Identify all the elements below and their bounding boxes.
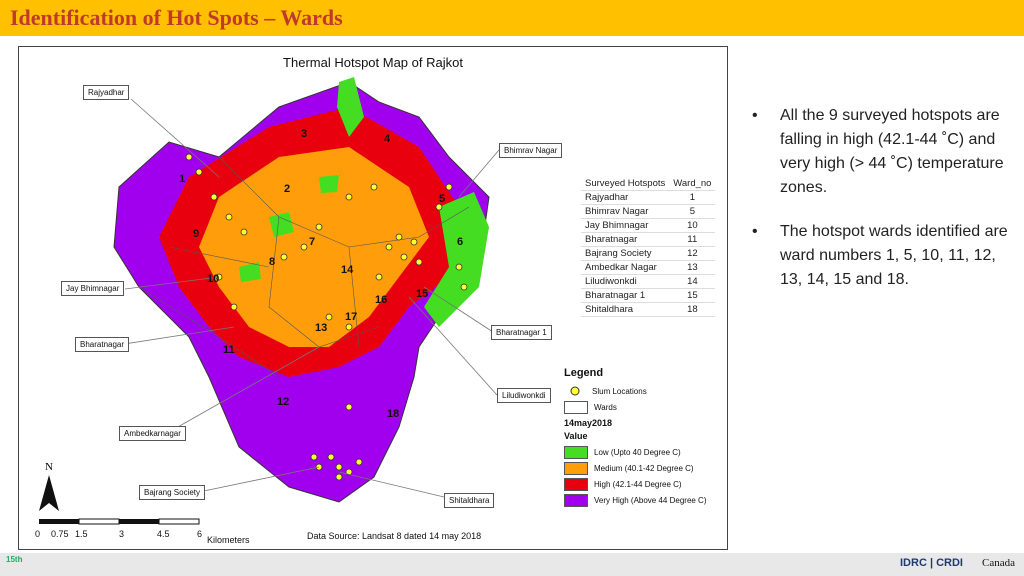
ward-number: 1 [179,173,185,185]
idrc-logo: IDRC | CRDI [900,557,963,569]
legend-class-row: High (42.1-44 Degree C) [564,476,724,492]
table-row: Bhimrav Nagar 5 [581,204,716,219]
ward-number: 3 [301,128,307,140]
ward-number: 17 [345,311,357,323]
ward-number: 8 [269,256,275,268]
data-source: Data Source: Landsat 8 dated 14 may 2018 [307,531,482,541]
callout-bajrang-society: Bajrang Society [139,485,206,500]
canada-wordmark: Canada [982,557,1015,569]
slum-dot-icon [570,386,580,396]
ward-number: 12 [277,396,289,408]
scale-bar: 0 0.75 1.5 3 4.5 6 Kilometers [33,517,283,545]
legend-slum-row: Slum Locations [564,383,724,399]
table-row: Ambedkar Nagar 13 [581,260,716,275]
table-row: Shitaldhara 18 [581,302,716,317]
ward-number: 4 [384,133,391,145]
ward-number: 15 [416,288,428,300]
callout-jay-bhimnagar: Jay Bhimnagar [61,281,125,296]
ward-number: 9 [193,228,199,240]
north-label: N [45,461,53,473]
callout-shitaldhara: Shitaldhara [444,493,495,508]
table-row: Bajrang Society 12 [581,246,716,261]
legend-class-row: Medium (40.1-42 Degree C) [564,460,724,476]
hotspot-table: Surveyed Hotspots Ward_no Rajyadhar 1 Bhi… [581,177,716,317]
table-row: Bharatnagar 11 [581,232,716,247]
thermal-map-figure: Thermal Hotspot Map of Rajkot 1 2 3 4 5 … [18,46,728,550]
legend-wards-row: Wards [564,399,724,415]
callout-bhimrav-nagar: Bhimrav Nagar [499,143,563,158]
ward-number: 16 [375,294,387,306]
table-row: Rajyadhar 1 [581,190,716,205]
wards-swatch [564,400,588,414]
callout-bharatnagar: Bharatnagar [75,337,130,352]
north-arrow: N [37,461,61,518]
legend-value: Value [564,431,588,441]
legend-title: Legend [564,367,604,379]
bullet-item: • All the 9 surveyed hotspots are falling… [752,107,1004,196]
header-bar: Identification of Hot Spots – Wards [0,0,1024,36]
ward-number: 14 [341,264,354,276]
slide-title: Identification of Hot Spots – Wards [10,5,343,30]
table-header: Surveyed Hotspots [581,177,670,191]
ward-number: 18 [387,408,399,420]
legend-class-row: Low (Upto 40 Degree C) [564,444,724,460]
callout-liludiwonkdi: Liludiwonkdi [497,388,551,403]
table-row: Bharatnagar 1 15 [581,288,716,303]
table-row: Jay Bhimnagar 10 [581,218,716,233]
north-arrow-icon [39,475,59,511]
table-header: Ward_no [669,177,716,191]
footer-bar: 15th IDRC | CRDI Canada [0,553,1024,576]
ward-number: 5 [439,193,445,205]
ward-number: 2 [284,183,290,195]
legend-date: 14may2018 [564,418,613,428]
table-row: Liludiwonkdi 14 [581,274,716,289]
callout-rajyadhar: Rajyadhar [83,85,130,100]
ward-number: 6 [457,236,463,248]
callout-bharatnagar-1: Bharatnagar 1 [491,325,552,340]
legend-class-row: Very High (Above 44 Degree C) [564,492,724,508]
scale-bar-graphic [39,518,200,525]
ward-number: 10 [207,273,219,285]
partner-logo: 15th [6,555,23,564]
map-legend: Legend Slum Locations Wards 14may2018 Va… [564,367,724,508]
callout-ambedkarnagar: Ambedkarnagar [119,426,186,441]
ward-number: 11 [223,344,235,356]
ward-number: 13 [315,322,327,334]
ward-number: 7 [309,236,315,248]
bullet-item: • The hotspot wards identified are ward n… [752,223,1008,288]
bullet-list: • All the 9 surveyed hotspots are falling… [752,104,1010,312]
